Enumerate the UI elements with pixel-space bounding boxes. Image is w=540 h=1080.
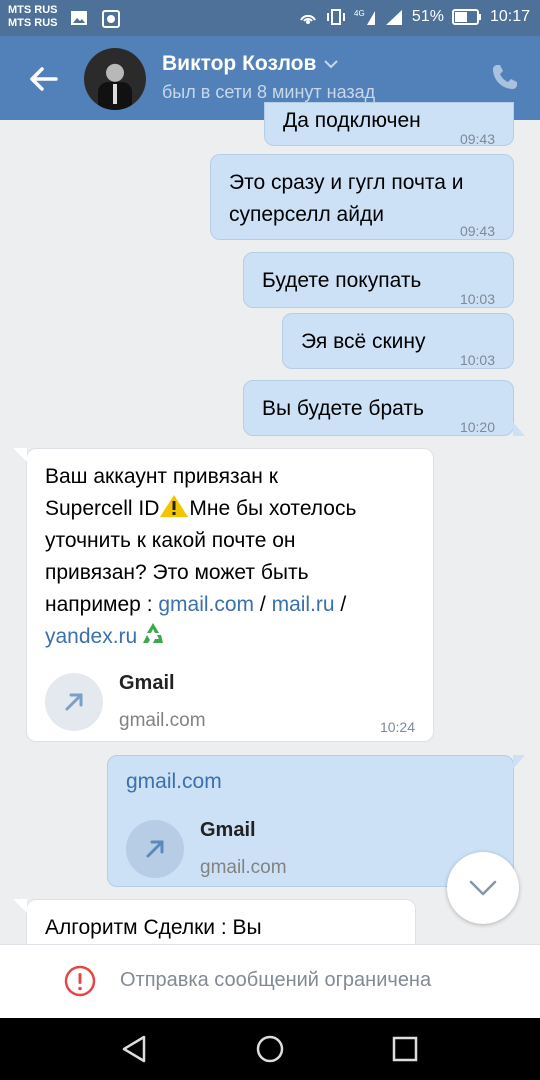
separator: / xyxy=(254,593,272,616)
message-outgoing[interactable]: Это сразу и гугл почта и суперселл айди … xyxy=(210,154,514,240)
message-outgoing[interactable]: Эя всё скину 10:03 xyxy=(282,313,514,369)
link-gmail[interactable]: gmail.com xyxy=(126,766,222,798)
message-time: 10:20 xyxy=(459,419,495,435)
clock: 10:17 xyxy=(489,8,530,25)
last-seen-status: был в сети 8 минут назад xyxy=(162,82,376,102)
message-fragment: Мне бы хотелось xyxy=(189,497,357,520)
message-time: 10:03 xyxy=(459,352,495,368)
contact-name-label: Виктор Козлов xyxy=(162,52,317,75)
message-time: 09:43 xyxy=(459,131,495,147)
message-line: привязан? Это может быть xyxy=(45,561,309,584)
attachment-info: Gmail gmail.com xyxy=(119,667,206,737)
separator: / xyxy=(334,593,347,616)
network-4g-icon: 4G xyxy=(354,9,375,25)
message-line: Это сразу и гугл почта и xyxy=(229,171,464,194)
home-circle-icon[interactable] xyxy=(255,1034,285,1064)
message-line: Supercell ID Мне бы хотелось xyxy=(45,493,356,525)
hotspot-icon xyxy=(300,14,316,24)
carrier-1: MTS RUS xyxy=(8,4,58,16)
status-bar: MTS RUS MTS RUS 4G 51% 10:17 xyxy=(0,0,540,36)
link-mailru[interactable]: mail.ru xyxy=(272,593,335,616)
battery-icon xyxy=(451,9,481,25)
vibrate-icon xyxy=(326,9,345,25)
message-text: Будете покупать xyxy=(262,269,422,292)
alert-circle-icon xyxy=(64,965,96,997)
attachment-domain: gmail.com xyxy=(119,710,206,731)
external-link-arrow-icon xyxy=(65,693,83,711)
battery-percent: 51% xyxy=(411,8,444,25)
attachment-icon-circle xyxy=(45,673,103,731)
message-fragment: например : xyxy=(45,593,159,616)
screenshot-icon xyxy=(102,10,120,28)
chevron-down-icon xyxy=(469,880,497,896)
system-indicators: 4G 51% 10:17 xyxy=(298,8,530,26)
avatar[interactable] xyxy=(84,48,146,110)
message-line: суперселл айди xyxy=(229,203,384,226)
message-line: Ваш аккаунт привязан к xyxy=(45,465,278,488)
message-line: например : gmail.com / mail.ru / xyxy=(45,589,356,621)
message-text: Это сразу и гугл почта и суперселл айди xyxy=(229,167,464,231)
system-navigation-bar xyxy=(0,1018,540,1080)
messaging-restricted-bar: Отправка сообщений ограничена xyxy=(0,944,540,1018)
bubble-tail xyxy=(513,422,525,436)
message-time: 10:03 xyxy=(459,291,495,307)
notification-icons xyxy=(70,10,120,28)
phone-call-icon[interactable] xyxy=(490,62,520,92)
attachment-info: Gmail gmail.com xyxy=(200,814,287,884)
bubble-tail xyxy=(13,899,27,913)
link-attachment[interactable]: Gmail gmail.com xyxy=(126,814,287,884)
svg-text:4G: 4G xyxy=(354,9,365,18)
bubble-tail xyxy=(13,448,27,462)
avatar-tie xyxy=(113,84,117,104)
warning-icon xyxy=(160,495,189,517)
attachment-title: Gmail xyxy=(119,672,175,694)
recents-square-icon[interactable] xyxy=(390,1034,420,1064)
link-gmail[interactable]: gmail.com xyxy=(158,593,254,616)
attachment-icon-circle xyxy=(126,820,184,878)
attachment-domain: gmail.com xyxy=(200,857,287,878)
external-link-arrow-icon xyxy=(146,840,164,858)
message-text: Вы будете брать xyxy=(262,397,424,420)
bubble-tail xyxy=(513,755,525,769)
chevron-down-icon xyxy=(324,60,339,69)
message-time: 09:43 xyxy=(459,223,495,239)
back-arrow-icon[interactable] xyxy=(26,62,60,96)
link-yandex[interactable]: yandex.ru xyxy=(45,625,137,648)
contact-name[interactable]: Виктор Козлов xyxy=(162,52,339,76)
message-outgoing[interactable]: Будете покупать 10:03 xyxy=(243,252,514,308)
restricted-message: Отправка сообщений ограничена xyxy=(120,969,432,991)
message-text: Алгоритм Сделки : Вы xyxy=(45,916,262,939)
attachment-title: Gmail xyxy=(200,819,256,841)
message-text: Да подключен xyxy=(283,109,421,132)
message-outgoing[interactable]: Да подключен 09:43 xyxy=(264,102,514,147)
carrier-2: MTS RUS xyxy=(8,17,58,29)
image-icon xyxy=(71,11,87,25)
recycle-icon xyxy=(143,623,164,643)
link-attachment[interactable]: Gmail gmail.com xyxy=(45,667,206,737)
back-triangle-icon[interactable] xyxy=(120,1034,150,1064)
message-time: 10:24 xyxy=(379,719,415,735)
message-text: Эя всё скину xyxy=(301,330,426,353)
signal-icon xyxy=(385,10,402,25)
message-fragment: Supercell ID xyxy=(45,497,160,520)
message-incoming[interactable]: Ваш аккаунт привязан к Supercell ID Мне б… xyxy=(13,448,434,742)
message-line: yandex.ru xyxy=(45,621,356,653)
scroll-down-button[interactable] xyxy=(447,852,519,924)
message-text: Ваш аккаунт привязан к Supercell ID Мне б… xyxy=(45,461,356,653)
message-outgoing[interactable]: Вы будете брать 10:20 xyxy=(243,380,525,436)
carrier-labels: MTS RUS MTS RUS xyxy=(8,4,58,30)
message-line: уточнить к какой почте он xyxy=(45,529,296,552)
